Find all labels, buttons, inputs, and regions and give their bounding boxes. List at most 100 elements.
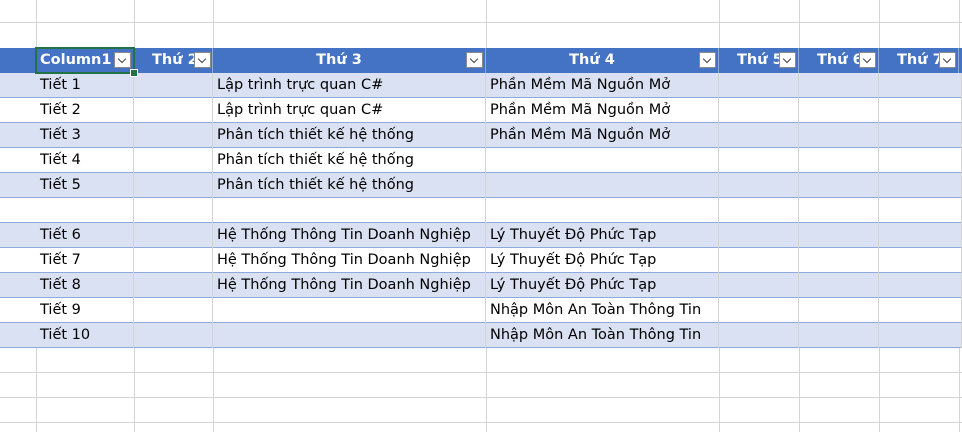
cell-thu-7[interactable] [879, 123, 962, 148]
filter-dropdown-icon[interactable] [699, 52, 716, 68]
cell-thu-5[interactable] [719, 98, 799, 123]
cell-thu-2[interactable] [134, 273, 213, 298]
header-label: Thứ 4 [569, 52, 615, 68]
cell-thu-5[interactable] [719, 123, 799, 148]
table-row: Tiết 1 Lập trình trực quan C# Phần Mềm M… [0, 73, 962, 98]
filter-dropdown-icon[interactable] [859, 52, 876, 68]
cell-period[interactable]: Tiết 5 [36, 173, 134, 198]
table-row: Tiết 5 Phân tích thiết kế hệ thống [0, 173, 962, 198]
cell-thu-5[interactable] [719, 73, 799, 98]
cell-thu-4[interactable]: Nhập Môn An Toàn Thông Tin [486, 298, 719, 323]
header-label: Thứ 6 [817, 52, 863, 68]
cell-thu-4[interactable] [486, 198, 719, 223]
cell-thu-6[interactable] [799, 273, 879, 298]
cell-thu-3[interactable]: Phân tích thiết kế hệ thống [213, 123, 486, 148]
cell-thu-7[interactable] [879, 198, 962, 223]
cell-thu-5[interactable] [719, 323, 799, 348]
cell-thu-4[interactable]: Phần Mềm Mã Nguồn Mở [486, 73, 719, 98]
cell-thu-3[interactable]: Hệ Thống Thông Tin Doanh Nghiệp [213, 273, 486, 298]
cell-thu-5[interactable] [719, 173, 799, 198]
filter-dropdown-icon[interactable] [114, 52, 131, 68]
cell-thu-6[interactable] [799, 323, 879, 348]
cell-thu-7[interactable] [879, 273, 962, 298]
cell-thu-2[interactable] [134, 98, 213, 123]
cell-thu-6[interactable] [799, 73, 879, 98]
table-row [0, 198, 962, 223]
cell-thu-2[interactable] [134, 198, 213, 223]
cell-period[interactable]: Tiết 1 [36, 73, 134, 98]
cell-thu-3[interactable] [213, 298, 486, 323]
cell-period[interactable] [36, 198, 134, 223]
cell-thu-6[interactable] [799, 98, 879, 123]
cell-thu-2[interactable] [134, 173, 213, 198]
cell-thu-6[interactable] [799, 298, 879, 323]
table-row: Tiết 7 Hệ Thống Thông Tin Doanh Nghiệp L… [0, 248, 962, 273]
cell-thu-2[interactable] [134, 148, 213, 173]
cell-thu-4[interactable]: Nhập Môn An Toàn Thông Tin [486, 323, 719, 348]
cell-thu-4[interactable]: Phần Mềm Mã Nguồn Mở [486, 123, 719, 148]
filter-dropdown-icon[interactable] [466, 52, 483, 68]
cell-period[interactable]: Tiết 2 [36, 98, 134, 123]
cell-thu-5[interactable] [719, 223, 799, 248]
cell-thu-6[interactable] [799, 198, 879, 223]
filter-dropdown-icon[interactable] [194, 52, 211, 68]
cell-thu-7[interactable] [879, 323, 962, 348]
table-row: Tiết 10 Nhập Môn An Toàn Thông Tin [0, 323, 962, 348]
filter-dropdown-icon[interactable] [939, 52, 956, 68]
cell-thu-3[interactable] [213, 198, 486, 223]
cell-thu-5[interactable] [719, 273, 799, 298]
cell-thu-7[interactable] [879, 223, 962, 248]
cell-thu-7[interactable] [879, 173, 962, 198]
cell-thu-3[interactable]: Phân tích thiết kế hệ thống [213, 173, 486, 198]
cell-period[interactable]: Tiết 10 [36, 323, 134, 348]
table-row: Tiết 8 Hệ Thống Thông Tin Doanh Nghiệp L… [0, 273, 962, 298]
header-thu-3[interactable]: Thứ 3 [213, 48, 486, 73]
table-row: Tiết 2 Lập trình trực quan C# Phần Mềm M… [0, 98, 962, 123]
cell-thu-4[interactable] [486, 148, 719, 173]
header-label: Column1 [40, 52, 112, 68]
cell-thu-3[interactable]: Lập trình trực quan C# [213, 73, 486, 98]
table-row: Tiết 4 Phân tích thiết kế hệ thống [0, 148, 962, 173]
table-row: Tiết 3 Phân tích thiết kế hệ thống Phần … [0, 123, 962, 148]
cell-period[interactable]: Tiết 6 [36, 223, 134, 248]
header-label: Thứ 7 [897, 52, 943, 68]
cell-thu-2[interactable] [134, 223, 213, 248]
cell-thu-2[interactable] [134, 298, 213, 323]
cell-thu-4[interactable]: Lý Thuyết Độ Phức Tạp [486, 273, 719, 298]
cell-thu-4[interactable]: Lý Thuyết Độ Phức Tạp [486, 248, 719, 273]
cell-thu-5[interactable] [719, 298, 799, 323]
header-thu-4[interactable]: Thứ 4 [486, 48, 719, 73]
cell-thu-2[interactable] [134, 123, 213, 148]
cell-thu-6[interactable] [799, 248, 879, 273]
cell-period[interactable]: Tiết 9 [36, 298, 134, 323]
cell-thu-2[interactable] [134, 73, 213, 98]
cell-period[interactable]: Tiết 3 [36, 123, 134, 148]
cell-thu-3[interactable]: Lập trình trực quan C# [213, 98, 486, 123]
cell-thu-4[interactable] [486, 173, 719, 198]
cell-thu-6[interactable] [799, 148, 879, 173]
cell-thu-3[interactable]: Hệ Thống Thông Tin Doanh Nghiệp [213, 223, 486, 248]
cell-thu-5[interactable] [719, 198, 799, 223]
cell-thu-7[interactable] [879, 248, 962, 273]
cell-thu-7[interactable] [879, 73, 962, 98]
cell-period[interactable]: Tiết 7 [36, 248, 134, 273]
cell-thu-2[interactable] [134, 323, 213, 348]
cell-thu-7[interactable] [879, 298, 962, 323]
cell-thu-5[interactable] [719, 248, 799, 273]
cell-period[interactable]: Tiết 4 [36, 148, 134, 173]
cell-thu-6[interactable] [799, 223, 879, 248]
cell-thu-6[interactable] [799, 173, 879, 198]
cell-thu-3[interactable] [213, 323, 486, 348]
filter-dropdown-icon[interactable] [779, 52, 796, 68]
cell-thu-5[interactable] [719, 148, 799, 173]
cell-thu-6[interactable] [799, 123, 879, 148]
cell-thu-2[interactable] [134, 248, 213, 273]
cell-thu-3[interactable]: Phân tích thiết kế hệ thống [213, 148, 486, 173]
fill-handle[interactable] [130, 69, 138, 77]
cell-thu-7[interactable] [879, 148, 962, 173]
cell-thu-4[interactable]: Lý Thuyết Độ Phức Tạp [486, 223, 719, 248]
cell-period[interactable]: Tiết 8 [36, 273, 134, 298]
cell-thu-4[interactable]: Phần Mềm Mã Nguồn Mở [486, 98, 719, 123]
cell-thu-7[interactable] [879, 98, 962, 123]
cell-thu-3[interactable]: Hệ Thống Thông Tin Doanh Nghiệp [213, 248, 486, 273]
